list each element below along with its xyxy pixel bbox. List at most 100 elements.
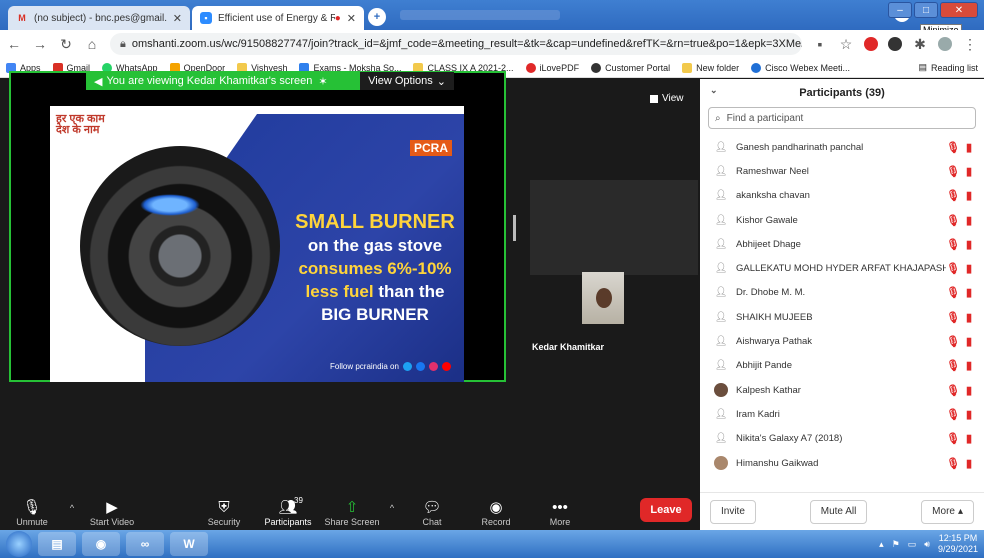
tray-up-arrow-icon[interactable]: ▴ — [879, 539, 884, 550]
bookmark-webex[interactable]: Cisco Webex Meeti... — [751, 62, 850, 73]
list-item[interactable]: 👤︎ Rameshwar Neel 🎙︎ ▮ — [700, 159, 984, 183]
mute-all-button[interactable]: Mute All — [809, 499, 868, 524]
home-icon[interactable]: ⌂ — [84, 36, 100, 52]
security-button[interactable]: ⛨ Security — [192, 497, 256, 528]
list-item[interactable]: 👤︎ Ganesh pandharinath panchal 🎙︎ ▮ — [700, 135, 984, 159]
view-button[interactable]: View — [650, 93, 684, 104]
close-icon[interactable]: ✕ — [347, 12, 356, 25]
zoom-icon: ▪ — [200, 12, 212, 24]
slide-headline: SMALL BURNER on the gas stove consumes 6… — [280, 211, 464, 326]
list-item[interactable]: 👤︎ akanksha chavan 🎙︎ ▮ — [700, 184, 984, 208]
reading-list[interactable]: ▤ Reading list — [918, 62, 978, 73]
leave-button[interactable]: Leave — [640, 498, 692, 522]
bookmark-customer-portal[interactable]: Customer Portal — [591, 62, 670, 73]
taskbar-webex[interactable]: ∞ — [126, 532, 164, 556]
video-thumbnail-tile[interactable] — [530, 180, 698, 275]
participants-header: ⌄ Participants (39) — [710, 85, 885, 99]
extension-icon[interactable] — [888, 37, 902, 51]
slide-line: SMALL BURNER — [295, 211, 455, 233]
user-icon: 👤︎ — [714, 190, 728, 202]
star-icon[interactable]: ☆ — [838, 36, 854, 53]
back-icon[interactable]: ← — [6, 36, 22, 52]
chevron-down-icon[interactable]: ⌄ — [710, 85, 718, 96]
flag-icon[interactable]: ⚑ — [892, 539, 900, 550]
thumbnail-name: Kedar Khamitkar — [532, 342, 605, 352]
video-off-icon: ▮ — [965, 190, 972, 203]
facebook-icon — [415, 362, 425, 371]
more-options-button[interactable]: More ▴ — [921, 499, 974, 524]
slide-line: less fuel than the — [305, 282, 445, 301]
taskbar-explorer[interactable]: ▤ — [38, 532, 76, 556]
taskbar-word[interactable]: W — [170, 532, 208, 556]
shield-icon: ⛨ — [218, 498, 230, 516]
resize-handle[interactable] — [513, 215, 516, 241]
tab-zoom[interactable]: ▪ Efficient use of Energy & Res ● ✕ — [192, 6, 364, 30]
menu-kebab-icon[interactable]: ⋮ — [962, 36, 978, 53]
view-options-button[interactable]: View Options ⌄ — [360, 72, 454, 90]
list-item[interactable]: 👤︎ Abhijit Pande 🎙︎ ▮ — [700, 354, 984, 378]
list-item[interactable]: 👤︎ Iram Kadri 🎙︎ ▮ — [700, 402, 984, 426]
participant-search[interactable]: ⌕ Find a participant — [708, 107, 976, 129]
video-off-icon: ▶︎ — [106, 499, 118, 516]
tab-gmail[interactable]: M (no subject) - bnc.pes@gmail.con ✕ — [8, 6, 190, 30]
new-tab-button[interactable]: + — [368, 8, 386, 26]
avatar[interactable] — [938, 37, 952, 51]
share-screen-icon: ⇧ — [345, 499, 359, 516]
list-item[interactable]: 👤︎ Kishor Gawale 🎙︎ ▮ — [700, 208, 984, 232]
flame-image — [140, 194, 200, 216]
audio-options-caret[interactable]: ^ — [64, 503, 80, 513]
chat-button[interactable]: 💬︎ Chat — [400, 497, 464, 527]
twitter-icon — [402, 362, 412, 371]
record-button[interactable]: ◉ Record — [464, 497, 528, 527]
start-button[interactable] — [6, 531, 32, 557]
mic-muted-icon: 🎙︎ — [945, 287, 960, 300]
start-video-button[interactable]: ▶︎ Start Video — [80, 497, 144, 527]
list-item[interactable]: 👤︎ SHAIKH MUJEEB 🎙︎ ▮ — [700, 305, 984, 329]
list-item[interactable]: 👤︎ Dr. Dhobe M. M. 🎙︎ ▮ — [700, 281, 984, 305]
minimize-button[interactable]: ‒ — [888, 2, 912, 18]
network-icon[interactable]: ▭ — [908, 539, 917, 550]
lock-icon: 🔒︎ — [120, 37, 126, 50]
close-icon[interactable]: ✕ — [173, 12, 182, 25]
list-item[interactable]: 👤︎ Aishwarya Pathak 🎙︎ ▮ — [700, 329, 984, 353]
invite-button[interactable]: Invite — [710, 499, 756, 524]
list-item[interactable]: Himanshu Gaikwad 🎙︎ ▮ — [700, 451, 984, 475]
participants-icon: 👥︎ — [278, 499, 298, 516]
forward-icon[interactable]: → — [32, 36, 48, 52]
record-icon: ◉ — [489, 499, 503, 516]
list-item[interactable]: 👤︎ Abhijeet Dhage 🎙︎ ▮ — [700, 232, 984, 256]
taskbar-chrome[interactable]: ◉ — [82, 532, 120, 556]
bookmark-new-folder[interactable]: New folder — [682, 62, 739, 73]
more-button[interactable]: ••• More — [528, 497, 592, 528]
close-window-button[interactable]: ✕ — [940, 2, 978, 18]
list-item[interactable]: 👤︎ GALLEKATU MOHD HYDER ARFAT KHAJAPASHA 🎙… — [700, 256, 984, 280]
gas-burner-image — [80, 146, 280, 346]
maximize-button[interactable]: □ — [914, 2, 938, 18]
participants-button[interactable]: 👥︎ 39 Participants — [256, 496, 320, 527]
clock[interactable]: 12:15 PM 9/29/2021 — [938, 533, 978, 555]
follow-line: Follow pcraindia on — [330, 362, 451, 371]
pcra-logo: PCRA — [410, 140, 453, 156]
bookmark-ilovepdf[interactable]: iLovePDF — [525, 62, 579, 73]
share-screen-button[interactable]: ⇧ Share Screen — [320, 497, 384, 527]
avatar — [714, 383, 728, 398]
camera-icon[interactable]: ▪ — [812, 36, 828, 52]
reload-icon[interactable]: ↻ — [58, 36, 74, 53]
share-options-caret[interactable]: ^ — [384, 503, 400, 513]
chat-icon: 💬︎ — [422, 499, 442, 516]
mic-muted-icon: 🎙︎ — [945, 165, 960, 178]
unmute-button[interactable]: 🎙︎ Unmute — [0, 497, 64, 527]
list-item[interactable]: 👤︎ Nikita's Galaxy A7 (2018) 🎙︎ ▮ — [700, 427, 984, 451]
window-controls: ‒ □ ✕ — [888, 2, 978, 18]
mic-muted-icon: 🎙︎ — [945, 190, 960, 203]
video-off-icon: ▮ — [965, 214, 972, 227]
video-off-icon: ▮ — [965, 336, 972, 349]
participants-footer: Invite Mute All More ▴ — [700, 492, 984, 530]
gmail-icon: M — [18, 13, 26, 23]
video-off-icon: ▮ — [965, 263, 972, 276]
list-item[interactable]: Kalpesh Kathar 🎙︎ ▮ — [700, 378, 984, 402]
puzzle-icon[interactable]: ✱ — [912, 36, 928, 53]
opera-extension-icon[interactable] — [864, 37, 878, 51]
address-bar[interactable]: 🔒︎ omshanti.zoom.us/wc/91508827747/join?… — [110, 33, 802, 55]
volume-icon[interactable]: 🔊︎ — [924, 539, 930, 550]
